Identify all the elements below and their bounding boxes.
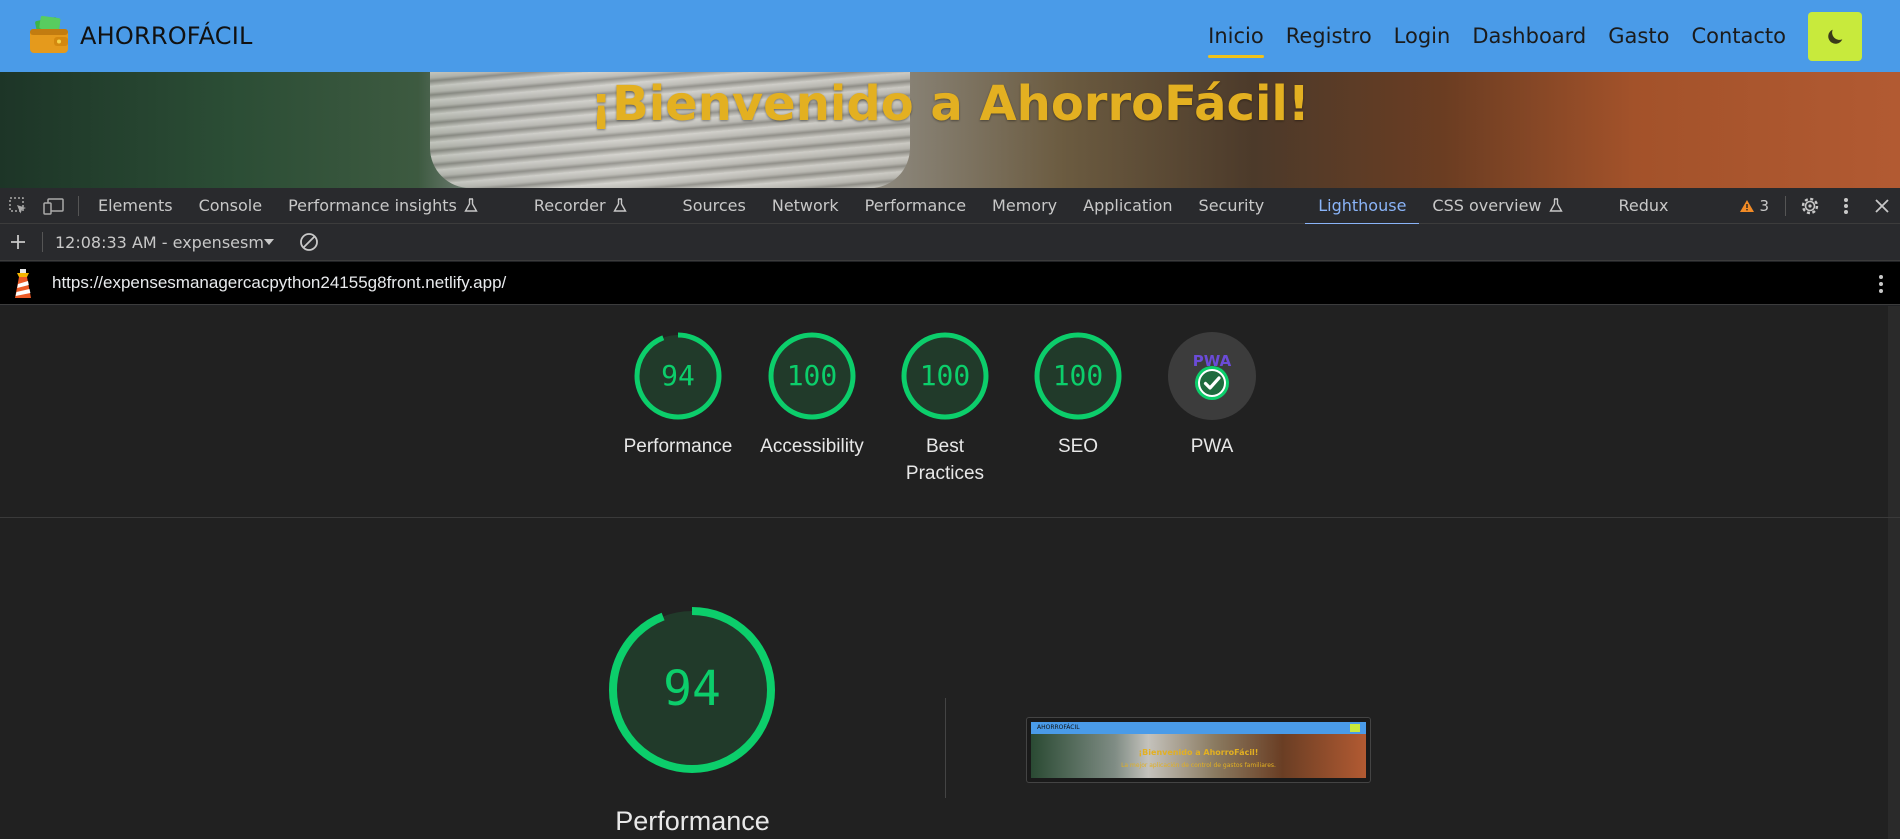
experiment-flask-icon [464, 198, 478, 212]
report-selector[interactable]: 12:08:33 AM - expensesmanagercacpython24… [55, 233, 275, 252]
focus-score: 94 [663, 661, 721, 717]
gauge-performance[interactable]: 94 Performance [613, 331, 743, 460]
category-gauges: 94 Performance 100 Accessibility 100 Bes… [0, 306, 1900, 518]
tab-network[interactable]: Network [759, 188, 852, 224]
tab-performance-insights[interactable]: Performance insights [275, 188, 491, 224]
tab-memory[interactable]: Memory [979, 188, 1070, 224]
tab-recorder[interactable]: Recorder [521, 188, 640, 224]
devtools-right-controls: 3 [1739, 188, 1900, 224]
tab-label: Performance insights [288, 196, 457, 215]
devtools-tab-bar: Elements Console Performance insights Re… [0, 188, 1900, 225]
tab-redux[interactable]: Redux [1606, 188, 1682, 224]
site-nav-links: Inicio Registro Login Dashboard Gasto Co… [1186, 0, 1786, 72]
dropdown-arrow-icon [264, 239, 274, 245]
experiment-flask-icon [1548, 198, 1563, 212]
gauge-seo[interactable]: 100 SEO [1013, 331, 1143, 460]
experiment-flask-icon [612, 198, 627, 212]
nav-link-login[interactable]: Login [1394, 14, 1451, 58]
nav-link-registro[interactable]: Registro [1286, 14, 1372, 58]
tab-css-overview[interactable]: CSS overview [1419, 188, 1575, 224]
thumbnail-hero-subtitle: La mejor aplicación de control de gastos… [1121, 762, 1276, 769]
device-toolbar-icon[interactable] [36, 188, 72, 224]
gauge-label: PWA [1190, 436, 1234, 457]
gauge-score: 94 [661, 359, 695, 392]
hero-banner: ¡Bienvenido a AhorroFácil! [0, 72, 1900, 188]
thumbnail-toggle [1350, 724, 1360, 732]
nav-link-dashboard[interactable]: Dashboard [1472, 14, 1586, 58]
wallet-logo-icon [28, 15, 70, 57]
gauge-score: 100 [920, 359, 971, 392]
tab-label: Recorder [533, 196, 606, 215]
tab-console[interactable]: Console [186, 188, 276, 224]
performance-focus-gauge: 94 [606, 604, 778, 780]
tab-sources[interactable]: Sources [670, 188, 759, 224]
warning-count: 3 [1759, 197, 1769, 215]
gauge-best-practices[interactable]: 100 Best Practices [880, 331, 1010, 487]
gauge-accessibility[interactable]: 100 Accessibility [747, 331, 877, 460]
website-viewport: AHORROFÁCIL Inicio Registro Login Dashbo… [0, 0, 1900, 188]
report-url[interactable]: https://expensesmanagercacpython24155g8f… [52, 273, 506, 293]
lighthouse-logo-icon [15, 269, 31, 298]
lighthouse-report: 94 Performance 100 Accessibility 100 Bes… [0, 306, 1900, 839]
tab-lighthouse[interactable]: Lighthouse [1305, 188, 1420, 225]
lighthouse-toolbar: 12:08:33 AM - expensesmanagercacpython24… [0, 224, 1900, 261]
thumbnail-brand: AHORROFÁCIL [1037, 724, 1080, 731]
pwa-check-icon [1195, 366, 1229, 400]
tab-label: CSS overview [1432, 196, 1542, 215]
gauge-score: 100 [787, 359, 838, 392]
tab-performance[interactable]: Performance [852, 188, 979, 224]
tab-application[interactable]: Application [1070, 188, 1185, 224]
brand[interactable]: AHORROFÁCIL [28, 15, 253, 57]
thumbnail-navbar: AHORROFÁCIL [1031, 722, 1366, 734]
theme-toggle-button[interactable] [1808, 12, 1862, 61]
site-navbar: AHORROFÁCIL Inicio Registro Login Dashbo… [0, 0, 1900, 72]
more-options-icon[interactable] [1828, 188, 1864, 224]
focus-category-title: Performance [615, 806, 770, 836]
gauge-label: Performance [623, 436, 733, 457]
tab-elements[interactable]: Elements [85, 188, 186, 224]
thumbnail-content: AHORROFÁCIL ¡Bienvenido a AhorroFácil! L… [1031, 722, 1366, 778]
thumbnail-hero-title: ¡Bienvenido a AhorroFácil! [1138, 748, 1259, 757]
separator [1785, 196, 1786, 216]
separator [42, 232, 43, 252]
nav-link-contacto[interactable]: Contacto [1691, 14, 1786, 58]
warnings-counter[interactable]: 3 [1739, 197, 1769, 215]
settings-gear-icon[interactable] [1792, 188, 1828, 224]
moon-icon [1828, 29, 1843, 44]
report-menu-icon[interactable] [1878, 273, 1884, 295]
inspect-element-icon[interactable] [0, 188, 36, 224]
separator [78, 195, 79, 216]
final-screenshot-thumbnail[interactable]: AHORROFÁCIL ¡Bienvenido a AhorroFácil! L… [1026, 717, 1371, 783]
gauge-score: 100 [1053, 359, 1104, 392]
clear-reports-icon[interactable] [291, 224, 327, 260]
gauge-label: Accessibility [760, 436, 864, 457]
nav-link-gasto[interactable]: Gasto [1608, 14, 1669, 58]
tab-security[interactable]: Security [1186, 188, 1278, 224]
nav-link-inicio[interactable]: Inicio [1208, 14, 1264, 58]
gauge-label: Best Practices [905, 436, 985, 484]
warning-icon [1740, 200, 1755, 212]
hero-title: ¡Bienvenido a AhorroFácil! [590, 76, 1310, 132]
close-icon[interactable] [1864, 188, 1900, 224]
gauge-label: SEO [1057, 436, 1099, 457]
new-report-plus-icon[interactable] [0, 224, 36, 260]
gauge-pwa[interactable]: PWA PWA [1147, 331, 1277, 460]
report-url-bar: https://expensesmanagercacpython24155g8f… [0, 262, 1900, 305]
vertical-divider [945, 698, 946, 798]
report-selector-value: 12:08:33 AM - expensesmanagercacpython24… [55, 232, 263, 252]
brand-name: AHORROFÁCIL [80, 22, 253, 50]
